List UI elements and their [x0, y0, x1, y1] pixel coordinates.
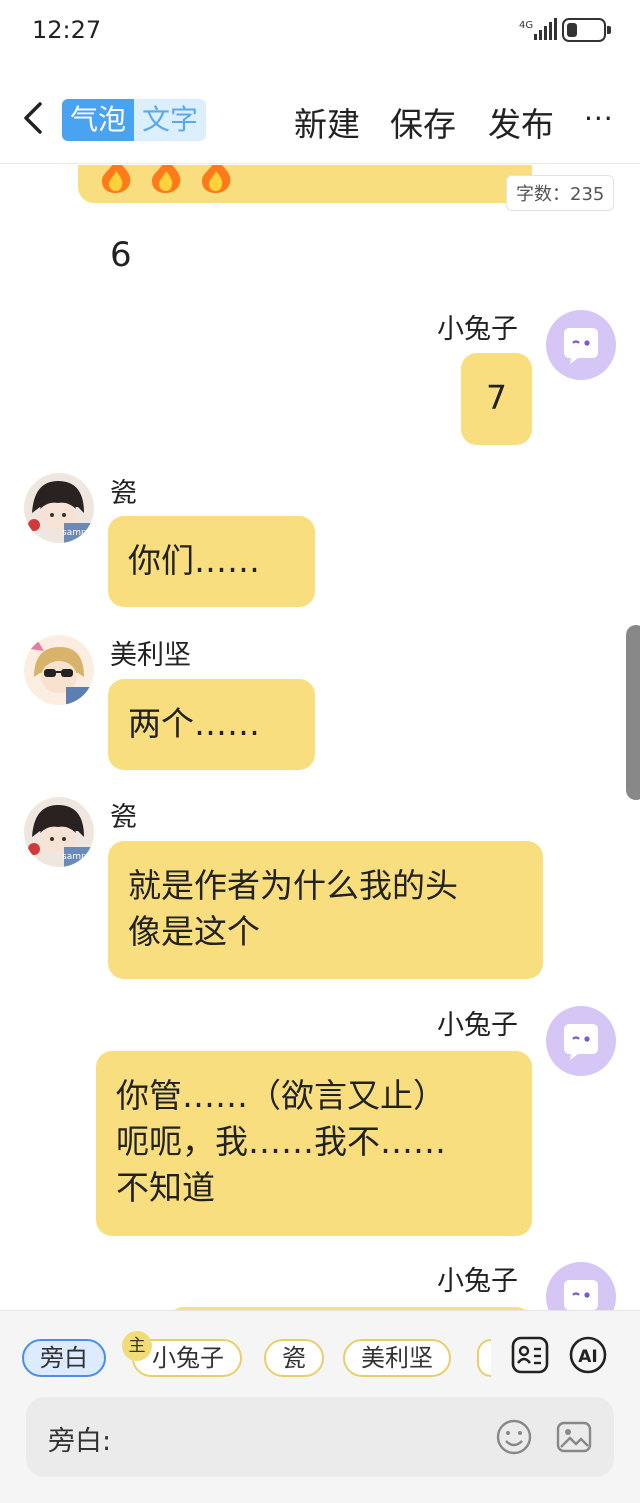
image-icon[interactable] — [554, 1417, 594, 1457]
dialogue-input[interactable]: 旁白: — [26, 1397, 614, 1477]
character-chip-ci[interactable]: 瓷 — [264, 1339, 324, 1377]
speaker-name: 小兔子 — [437, 314, 518, 345]
status-bar: 12:27 4G — [0, 0, 640, 62]
network-label: 4G — [519, 20, 533, 31]
speaker-name: 瓷 — [110, 802, 137, 833]
ai-icon[interactable]: AI — [568, 1335, 608, 1375]
character-portrait-icon: sample — [24, 473, 94, 543]
toggle-bubble[interactable]: 气泡 — [62, 99, 135, 141]
character-chip-narrator[interactable]: 旁白 — [22, 1339, 106, 1377]
save-button[interactable]: 保存 — [390, 98, 456, 146]
editor-header: 气泡 文字 新建 保存 发布 ··· — [0, 86, 640, 164]
composer-bar: 旁白 小兔子 主 瓷 美利坚 AI 旁白: — [0, 1310, 640, 1503]
message-line: 不知道 — [116, 1168, 215, 1207]
fire-icon — [202, 165, 231, 193]
word-count-badge: 字数：235 — [506, 175, 615, 211]
fire-icon — [152, 165, 181, 193]
new-button[interactable]: 新建 — [294, 98, 360, 146]
input-speaker-label: 旁白: — [48, 1426, 112, 1457]
chat-bubble-face-icon — [564, 1024, 598, 1060]
avatar[interactable] — [546, 310, 616, 380]
character-portrait-icon: sample — [24, 797, 94, 867]
speaker-name: 小兔子 — [437, 1010, 518, 1041]
message-line: 呃呃，我……我不…… — [116, 1122, 446, 1161]
contact-card-icon[interactable] — [510, 1335, 550, 1375]
character-chip-partial[interactable] — [477, 1339, 491, 1377]
avatar[interactable] — [546, 1006, 616, 1076]
sample-watermark: sample — [62, 852, 94, 862]
emoji-icon[interactable] — [494, 1417, 534, 1457]
back-arrow-icon[interactable] — [16, 96, 52, 140]
speaker-name: 瓷 — [110, 478, 137, 509]
battery-icon — [562, 18, 611, 42]
message-bubble[interactable]: 你们…… — [108, 516, 315, 607]
avatar[interactable]: sample — [24, 797, 94, 867]
chat-area[interactable]: 字数：235 6 小兔子 7 sample 瓷 你们…… 美利坚 两个…… sa… — [0, 165, 640, 1310]
message-line: 你管……（欲言又止） — [116, 1076, 446, 1115]
avatar[interactable] — [546, 1262, 616, 1310]
message-line: 像是这个 — [128, 912, 260, 951]
toggle-text[interactable]: 文字 — [134, 99, 207, 141]
chat-bubble-face-icon — [564, 1280, 598, 1310]
bubble-text-toggle: 气泡 文字 — [62, 99, 207, 141]
speaker-name: 小兔子 — [437, 1266, 518, 1297]
message-bubble[interactable]: 7 — [461, 353, 532, 445]
character-chip-america[interactable]: 美利坚 — [343, 1339, 451, 1377]
narration-text[interactable]: 6 — [110, 235, 132, 275]
status-time: 12:27 — [32, 16, 102, 44]
more-menu-icon[interactable]: ··· — [584, 102, 614, 135]
owner-badge: 主 — [122, 1331, 152, 1361]
avatar[interactable] — [24, 635, 94, 705]
avatar[interactable]: sample — [24, 473, 94, 543]
ai-label: AI — [578, 1347, 597, 1367]
message-line: 就是作者为什么我的头 — [128, 866, 458, 905]
message-bubble[interactable]: 你管……（欲言又止） 呃呃，我……我不…… 不知道 — [96, 1051, 532, 1236]
fire-icon — [102, 165, 131, 193]
fire-emoji-row — [102, 165, 231, 193]
sample-watermark: sample — [62, 528, 94, 538]
scrollbar-handle[interactable] — [626, 625, 640, 800]
publish-button[interactable]: 发布 — [488, 98, 554, 146]
chat-bubble-face-icon — [564, 328, 598, 364]
message-bubble[interactable]: 就是作者为什么我的头 像是这个 — [108, 841, 543, 979]
message-bubble[interactable]: 两个…… — [108, 679, 315, 770]
character-portrait-icon — [24, 635, 94, 705]
signal-icon: 4G — [519, 18, 557, 40]
speaker-name: 美利坚 — [110, 640, 191, 671]
